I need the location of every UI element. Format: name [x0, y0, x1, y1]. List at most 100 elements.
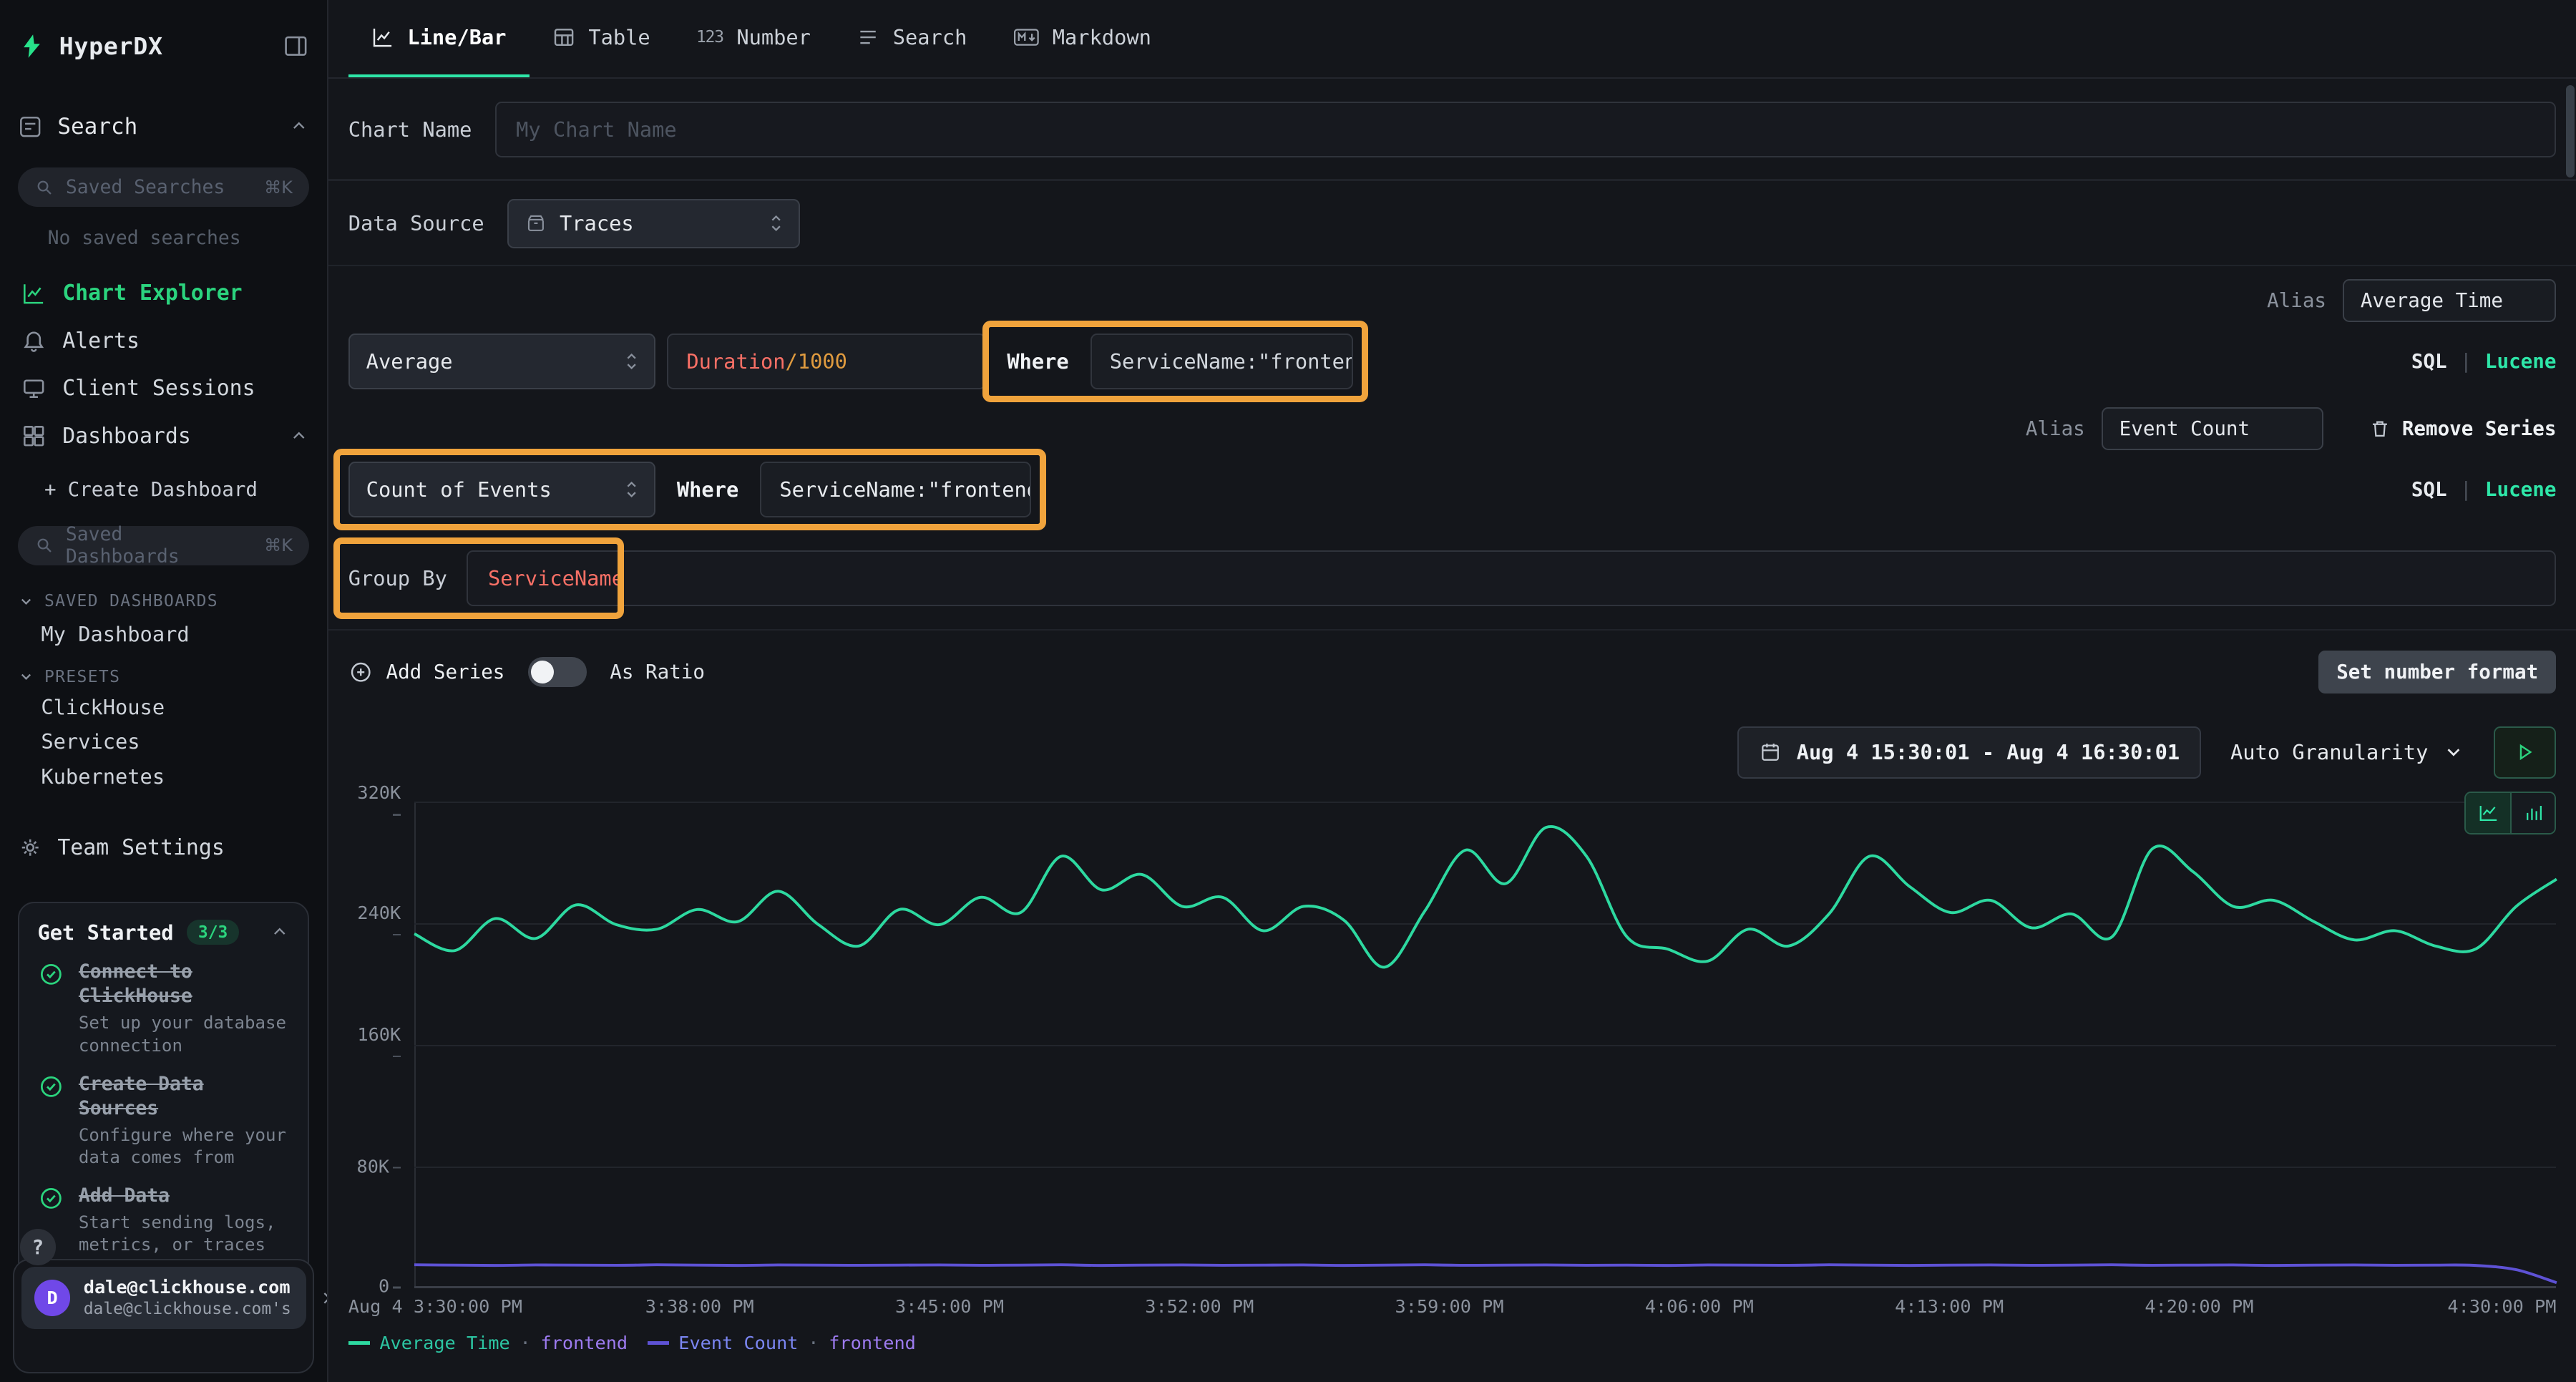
circle-plus-icon	[348, 660, 373, 684]
get-started-item[interactable]: Create Data Sources Configure where your…	[38, 1072, 290, 1169]
presets-header[interactable]: PRESETS	[18, 663, 309, 690]
divider	[328, 265, 2576, 266]
create-dashboard-button[interactable]: + Create Dashboard	[18, 470, 309, 510]
series1-aggregation-select[interactable]: Average	[348, 334, 655, 389]
chevron-down-icon	[2443, 741, 2464, 763]
trash-icon	[2369, 418, 2391, 439]
chevron-up-icon	[289, 117, 309, 137]
preset-item[interactable]: Kubernetes	[18, 759, 309, 794]
as-ratio-toggle[interactable]	[528, 657, 587, 686]
granularity-select[interactable]: Auto Granularity	[2220, 726, 2474, 779]
chevron-up-icon[interactable]	[270, 923, 290, 943]
get-started-item[interactable]: Connect to ClickHouse Set up your databa…	[38, 960, 290, 1057]
legend-entry-average-time[interactable]: Average Time · frontend	[348, 1333, 628, 1353]
x-tick-label: 4:30:00 PM	[2447, 1296, 2556, 1317]
help-button[interactable]: ?	[20, 1229, 57, 1265]
tab-line-bar[interactable]: Line/Bar	[348, 0, 530, 77]
series2-aggregation-select[interactable]: Count of Events	[348, 462, 655, 517]
database-box-icon	[525, 213, 547, 234]
chevron-down-icon	[18, 668, 34, 685]
y-tick-label: 160K	[348, 1024, 401, 1066]
remove-series-button[interactable]: Remove Series	[2369, 417, 2557, 440]
bar-view-button[interactable]	[2510, 793, 2555, 832]
saved-dashboards-placeholder: Saved Dashboards	[66, 523, 241, 568]
select-chevrons-icon	[623, 351, 640, 372]
team-settings-button[interactable]: Team Settings	[18, 823, 309, 872]
as-ratio-label: As Ratio	[610, 661, 705, 683]
collapse-sidebar-icon[interactable]	[283, 33, 309, 59]
dashboard-item[interactable]: My Dashboard	[18, 615, 309, 654]
lucene-toggle[interactable]: Lucene	[2485, 478, 2557, 501]
sidebar: HyperDX Search Saved Searches ⌘K No s	[0, 0, 328, 1382]
chart-display-toggle	[2464, 792, 2556, 834]
x-tick-label: 4:13:00 PM	[1895, 1296, 2004, 1317]
plus-icon: +	[44, 478, 57, 501]
check-circle-icon	[38, 961, 64, 1057]
saved-searches-input[interactable]: Saved Searches ⌘K	[18, 167, 309, 207]
series-line	[414, 827, 2557, 968]
saved-dashboards-input[interactable]: Saved Dashboards ⌘K	[18, 526, 309, 565]
series1-field-input[interactable]: Duration/1000	[667, 334, 985, 389]
tab-markdown[interactable]: Markdown	[990, 0, 1175, 77]
where-label: Where	[667, 477, 748, 502]
chart-section: 320K 240K 160K 80K 0 Aug 4 3:30:00 PM 3:…	[348, 802, 2557, 1353]
sql-toggle[interactable]: SQL	[2411, 478, 2447, 501]
saved-dashboards-header[interactable]: SAVED DASHBOARDS	[18, 588, 309, 615]
lucene-toggle[interactable]: Lucene	[2485, 350, 2557, 373]
series2-alias-input[interactable]	[2102, 407, 2323, 450]
data-source-select[interactable]: Traces	[507, 199, 800, 248]
chart-explorer-icon	[21, 281, 46, 306]
chart-canvas	[414, 802, 2557, 1288]
series-line	[414, 1265, 2557, 1283]
add-series-button[interactable]: Add Series	[348, 660, 505, 684]
table-icon	[552, 26, 575, 49]
run-query-button[interactable]	[2494, 726, 2556, 779]
chart-editor: Chart Name Data Source Traces	[328, 79, 2576, 1382]
date-range-picker[interactable]: Aug 4 15:30:01 - Aug 4 16:30:01	[1737, 726, 2200, 779]
series2-where-input[interactable]: ServiceName:"frontend"	[760, 462, 1031, 517]
sidebar-item-client-sessions[interactable]: Client Sessions	[18, 365, 309, 413]
where-label: Where	[997, 349, 1079, 374]
search-section-header[interactable]: Search	[18, 102, 309, 151]
y-tick-label: 0	[348, 1276, 401, 1297]
tab-table[interactable]: Table	[530, 0, 673, 77]
sidebar-nav: Chart Explorer Alerts Client Sessions Da…	[18, 269, 309, 459]
set-number-format-button[interactable]: Set number format	[2318, 651, 2556, 694]
app-title: HyperDX	[59, 32, 163, 60]
chevron-up-icon	[289, 427, 309, 447]
scrollbar-thumb[interactable]	[2566, 85, 2574, 177]
sql-toggle[interactable]: SQL	[2411, 350, 2447, 373]
chart-plot-area[interactable]: 320K 240K 160K 80K 0	[414, 802, 2557, 1288]
legend-entry-event-count[interactable]: Event Count · frontend	[648, 1333, 916, 1353]
bell-icon	[21, 329, 46, 353]
y-tick-label: 240K	[348, 902, 401, 944]
series1-alias-input[interactable]	[2343, 279, 2556, 322]
saved-searches-placeholder: Saved Searches	[66, 176, 225, 198]
preset-item[interactable]: ClickHouse	[18, 690, 309, 724]
gear-icon	[18, 835, 42, 860]
tab-search[interactable]: Search	[834, 0, 990, 77]
series1-where-input[interactable]: ServiceName:"frontend"	[1091, 334, 1353, 389]
monitor-icon	[21, 376, 46, 401]
shortcut-badge: ⌘K	[264, 177, 293, 198]
sidebar-item-alerts[interactable]: Alerts	[18, 317, 309, 365]
user-card: D dale@clickhouse.com dale@clickhouse.co…	[13, 1259, 313, 1374]
sidebar-item-dashboards[interactable]: Dashboards	[18, 412, 309, 460]
preset-item[interactable]: Services	[18, 724, 309, 759]
chart-name-input[interactable]	[495, 102, 2557, 157]
select-chevrons-icon	[767, 213, 785, 234]
chart-legend: Average Time · frontend Event Count · fr…	[348, 1333, 2557, 1353]
get-started-item[interactable]: Add Data Start sending logs, metrics, or…	[38, 1184, 290, 1257]
sidebar-item-chart-explorer[interactable]: Chart Explorer	[18, 269, 309, 317]
chevron-down-icon	[18, 593, 34, 610]
user-menu[interactable]: D dale@clickhouse.com dale@clickhouse.co…	[21, 1267, 306, 1329]
series-row-1: Average Duration/1000 Where ServiceName:…	[348, 334, 2557, 389]
line-chart-icon	[371, 26, 394, 49]
tab-number[interactable]: 123 Number	[673, 0, 834, 77]
search-section-label: Search	[57, 114, 137, 140]
markdown-icon	[1013, 26, 1040, 49]
group-by-input[interactable]: ServiceName	[467, 550, 2556, 606]
select-chevrons-icon	[623, 479, 640, 500]
avatar: D	[34, 1280, 71, 1316]
line-view-button[interactable]	[2466, 793, 2510, 832]
